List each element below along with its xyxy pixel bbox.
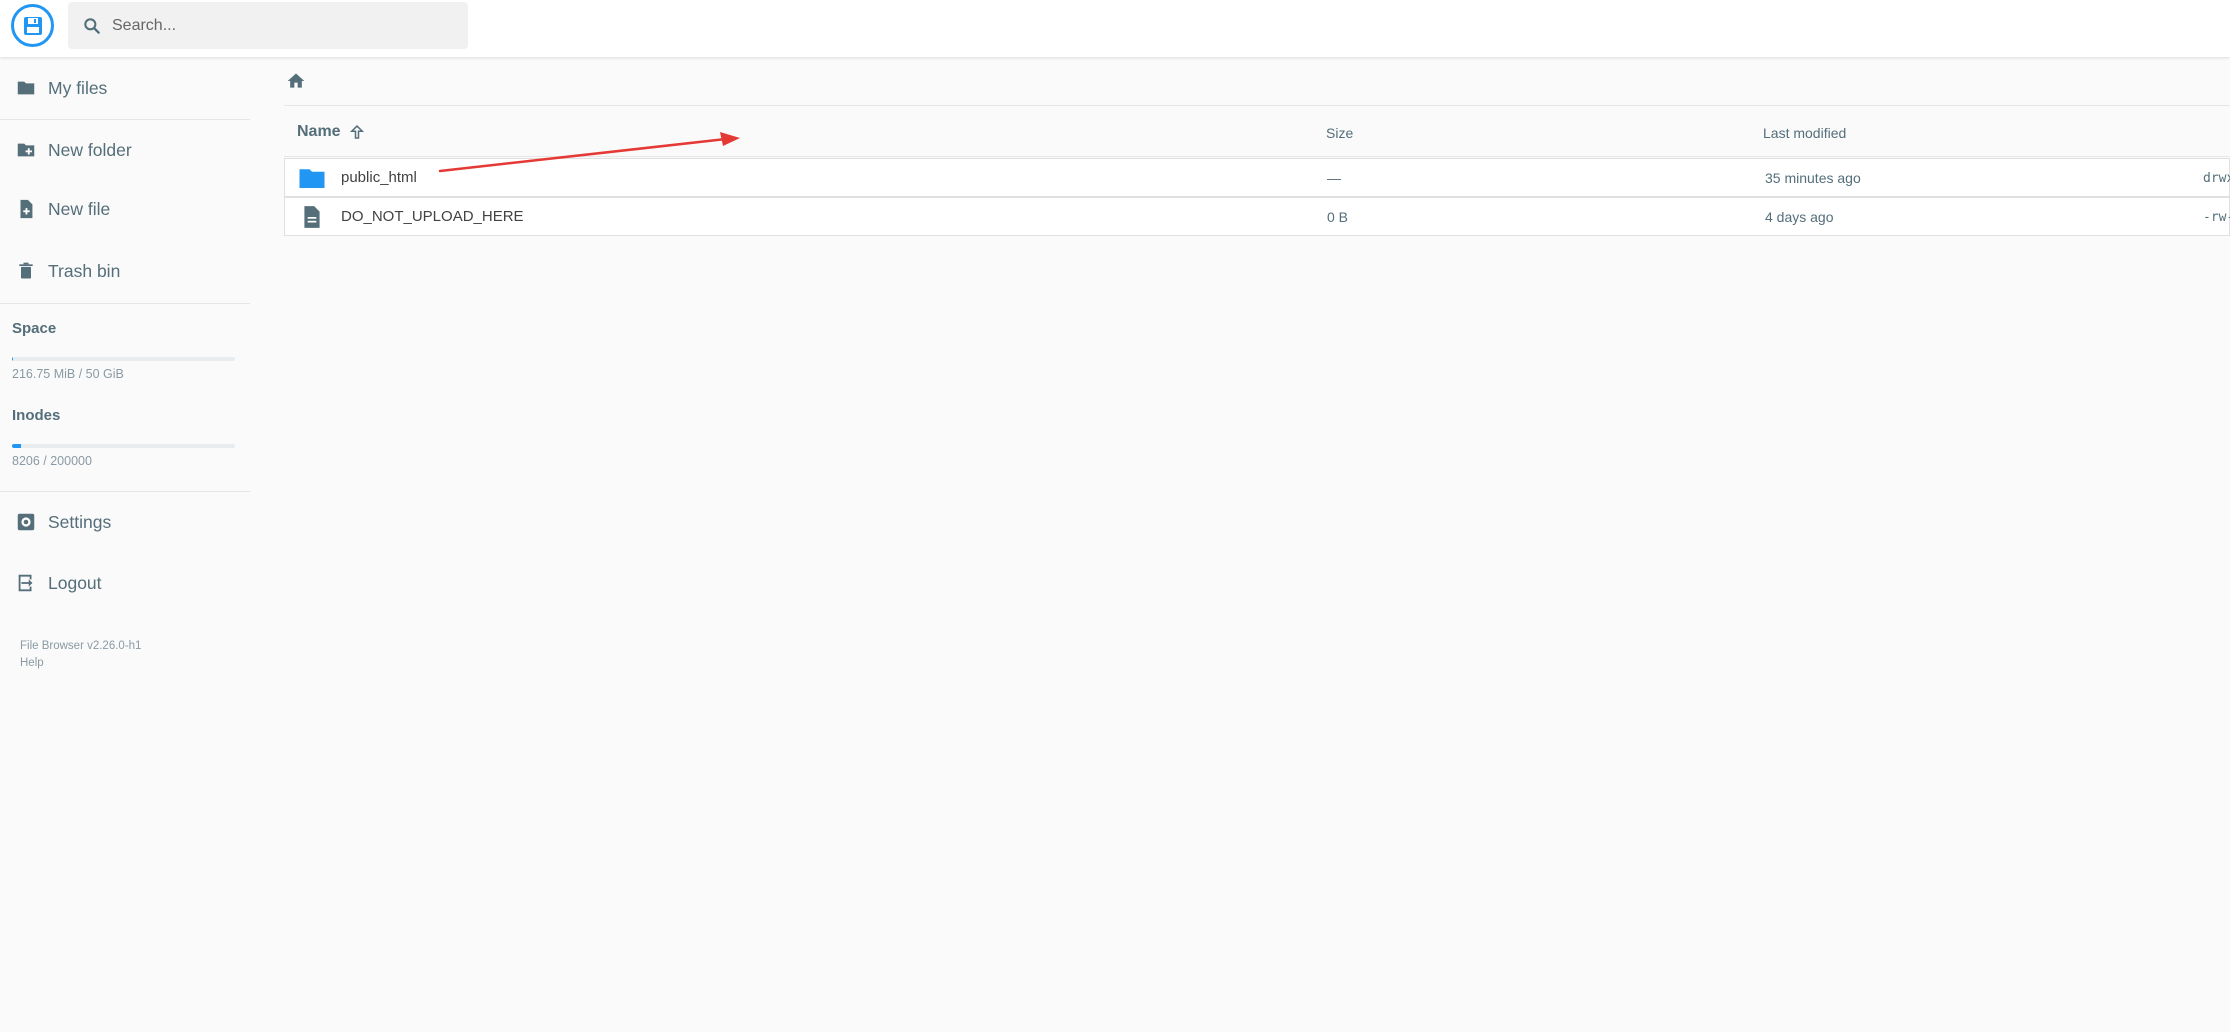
folder-icon: [296, 162, 328, 194]
inodes-usage-text: 8206 / 200000: [12, 454, 92, 468]
note-add-icon: [14, 197, 38, 221]
version-text: File Browser v2.26.0-h1: [20, 640, 142, 652]
column-name-label: Name: [297, 123, 341, 140]
column-header-size[interactable]: Size: [1326, 125, 1353, 141]
file-size: —: [1327, 170, 1341, 186]
space-title: Space: [12, 320, 57, 337]
sidebar-item-label: New folder: [48, 139, 132, 160]
divider: [0, 119, 250, 120]
list-item[interactable]: DO_NOT_UPLOAD_HERE 0 B 4 days ago -rw-: [284, 197, 2230, 236]
floppy-disk-icon[interactable]: [11, 4, 54, 47]
search-input[interactable]: [112, 16, 452, 35]
sidebar-item-label: New file: [48, 198, 111, 219]
sidebar-item-my-files[interactable]: My files: [0, 59, 250, 117]
sidebar-item-new-folder[interactable]: New folder: [0, 121, 250, 179]
divider: [0, 303, 250, 304]
search-box[interactable]: [68, 2, 468, 49]
file-size: 0 B: [1327, 209, 1349, 225]
sidebar-item-label: My files: [48, 77, 108, 98]
space-progress-fill: [12, 357, 14, 361]
sidebar: My files New folder New file Trash bin S…: [0, 57, 250, 1032]
space-progress-bar: [12, 357, 235, 361]
sidebar-item-settings[interactable]: Settings: [0, 493, 250, 551]
create-new-folder-icon: [14, 138, 38, 162]
sidebar-item-label: Trash bin: [48, 260, 121, 281]
breadcrumb: [284, 57, 2230, 106]
column-header-name[interactable]: Name: [297, 122, 367, 142]
sidebar-item-logout[interactable]: Logout: [0, 554, 250, 612]
file-permissions: drwx: [2203, 171, 2230, 186]
inodes-progress-fill: [12, 444, 22, 448]
file-name: public_html: [341, 169, 417, 186]
help-link[interactable]: Help: [20, 655, 44, 672]
settings-icon: [14, 510, 38, 534]
list-item[interactable]: public_html — 35 minutes ago drwx: [284, 158, 2230, 197]
inodes-title: Inodes: [12, 407, 61, 424]
arrow-upward-icon[interactable]: [347, 122, 367, 142]
logout-icon: [14, 571, 38, 595]
space-usage-text: 216.75 MiB / 50 GiB: [12, 367, 124, 381]
sidebar-item-label: Settings: [48, 511, 112, 532]
home-icon[interactable]: [284, 69, 308, 93]
file-icon: [296, 201, 328, 233]
file-modified: 4 days ago: [1765, 209, 1834, 225]
folder-icon: [14, 76, 38, 100]
sidebar-item-trash-bin[interactable]: Trash bin: [0, 242, 250, 300]
top-bar: [0, 0, 2230, 57]
trash-icon: [14, 259, 38, 283]
sidebar-item-new-file[interactable]: New file: [0, 180, 250, 238]
inodes-progress-bar: [12, 444, 235, 448]
file-name: DO_NOT_UPLOAD_HERE: [341, 208, 524, 225]
listing-header: Name Size Last modified: [284, 108, 2230, 157]
file-modified: 35 minutes ago: [1765, 170, 1861, 186]
search-icon: [80, 14, 104, 38]
sidebar-item-label: Logout: [48, 572, 102, 593]
column-header-modified[interactable]: Last modified: [1763, 125, 1846, 141]
file-permissions: -rw-: [2203, 210, 2230, 225]
divider: [0, 491, 250, 492]
